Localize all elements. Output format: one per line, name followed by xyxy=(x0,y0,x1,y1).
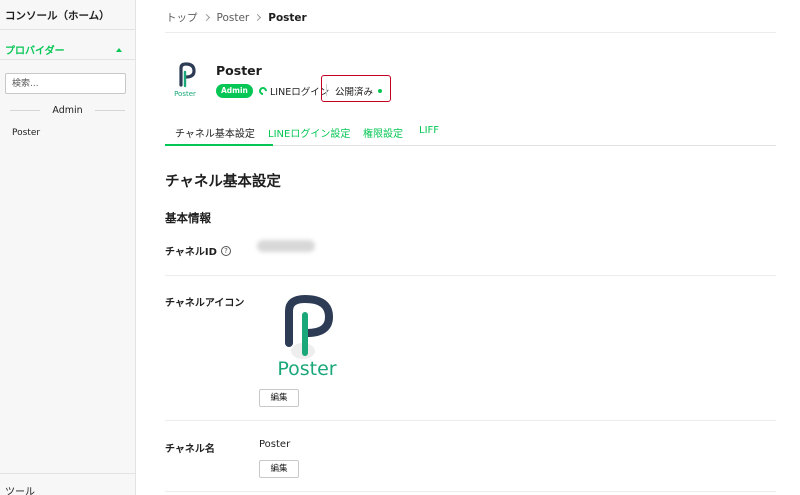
divider xyxy=(165,420,776,421)
section-heading: 基本情報 xyxy=(165,211,211,225)
line-login-icon xyxy=(257,85,269,97)
breadcrumb: トップ Poster Poster xyxy=(166,10,307,25)
sidebar-item-channel[interactable]: Poster xyxy=(12,128,135,138)
tab-basic-settings[interactable]: チャネル基本設定 xyxy=(175,125,255,140)
chevron-right-icon xyxy=(254,13,262,22)
provider-label: プロバイダー xyxy=(5,46,65,57)
channel-icon-label: チャネルアイコン xyxy=(165,298,245,309)
channel-id-row: チャネルID ? xyxy=(165,243,231,258)
channel-id-label: チャネルID xyxy=(165,247,217,258)
channel-name-value: Poster xyxy=(259,439,291,450)
chevron-right-icon xyxy=(202,13,210,22)
breadcrumb-top[interactable]: トップ xyxy=(166,10,198,25)
page-title: チャネル基本設定 xyxy=(165,174,281,190)
status-badge: 公開済み xyxy=(335,84,383,98)
breadcrumb-current: Poster xyxy=(268,11,307,24)
console-home-link[interactable]: コンソール（ホーム） xyxy=(0,0,135,30)
role-badge: Admin xyxy=(216,84,253,98)
channel-logo-text: Poster xyxy=(174,90,196,98)
channel-logo-icon: Poster xyxy=(174,62,196,98)
divider xyxy=(10,110,41,111)
tab-liff[interactable]: LIFF xyxy=(419,125,439,136)
breadcrumb-provider[interactable]: Poster xyxy=(217,12,250,24)
divider xyxy=(165,32,776,33)
tab-permissions[interactable]: 権限設定 xyxy=(363,125,403,140)
channel-icon-text: Poster xyxy=(277,358,336,379)
status-label: 公開済み xyxy=(335,87,374,98)
main-content: トップ Poster Poster Poster Poster Admin LI… xyxy=(137,0,800,495)
channel-id-value-redacted xyxy=(257,240,315,252)
status-dot-icon xyxy=(378,89,383,93)
channel-icon-image: Poster xyxy=(277,295,337,379)
divider xyxy=(165,491,776,492)
channel-name-label: チャネル名 xyxy=(165,444,215,455)
edit-name-button[interactable]: 編集 xyxy=(259,460,299,478)
channel-type: LINEログイン xyxy=(257,84,329,98)
sidebar-item-tools[interactable]: ツール xyxy=(0,473,135,495)
channel-name: Poster xyxy=(216,63,262,78)
tab-line-login-settings[interactable]: LINEログイン設定 xyxy=(268,125,350,140)
help-icon[interactable]: ? xyxy=(220,245,231,256)
provider-section-toggle[interactable]: プロバイダー xyxy=(0,30,135,60)
divider xyxy=(165,275,776,276)
provider-group-name: Admin xyxy=(52,105,83,116)
provider-group-header: Admin xyxy=(10,105,125,116)
search-input[interactable] xyxy=(5,73,126,94)
divider xyxy=(94,110,125,111)
active-tab-indicator xyxy=(165,144,273,146)
sidebar: コンソール（ホーム） プロバイダー Admin Poster ツール xyxy=(0,0,136,495)
chevron-up-icon xyxy=(116,47,122,52)
tab-bar: チャネル基本設定 LINEログイン設定 権限設定 LIFF xyxy=(165,119,776,146)
edit-icon-button[interactable]: 編集 xyxy=(259,389,299,407)
